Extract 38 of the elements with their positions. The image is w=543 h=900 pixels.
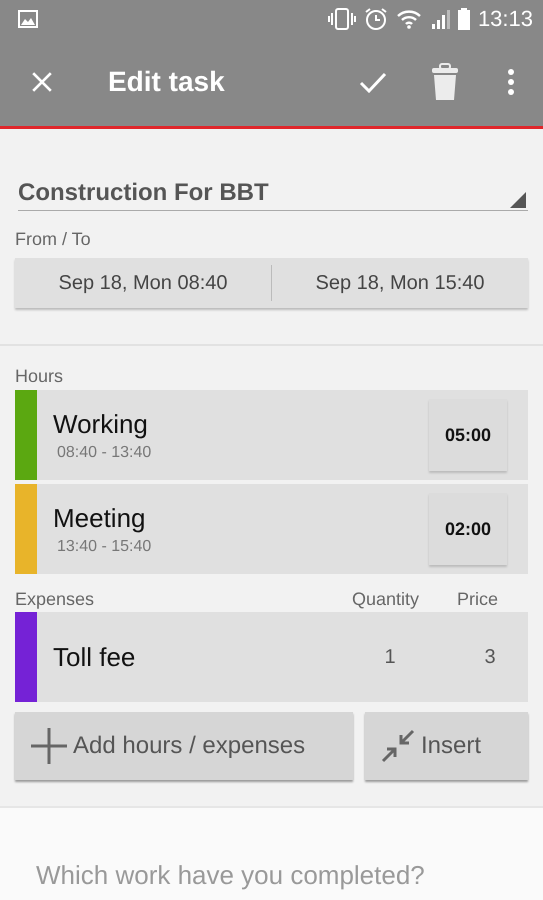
entry-name: Working	[53, 408, 149, 440]
duration-button[interactable]: 02:00	[429, 493, 507, 565]
vibrate-icon	[328, 8, 356, 30]
period-label: From / To	[15, 229, 92, 250]
duration-button[interactable]: 05:00	[429, 399, 507, 471]
expenses-label: Expenses	[15, 588, 96, 610]
time-range: 13:40 - 15:40	[57, 538, 152, 556]
toolbar-title: Edit task	[108, 66, 226, 98]
check-icon	[359, 71, 387, 93]
picture-icon	[18, 9, 38, 29]
start-date-button[interactable]: Sep 18, Mon 08:40	[15, 258, 271, 308]
quantity-value: 1	[383, 646, 397, 668]
hours-label: Hours	[15, 366, 64, 387]
project-dropdown[interactable]: Construction For BBT	[18, 173, 528, 211]
trash-icon	[431, 63, 459, 101]
hours-row[interactable]: Working 08:40 - 13:40 05:00	[15, 390, 528, 480]
entry-name: Toll fee	[52, 642, 136, 672]
plus-icon	[31, 728, 67, 764]
column-header: Price	[456, 588, 498, 610]
time-range: 08:40 - 13:40	[57, 444, 152, 462]
notes-field[interactable]: Which work have you completed?	[0, 808, 543, 900]
more-icon	[507, 69, 515, 95]
entry-name: Meeting	[53, 502, 146, 534]
alarm-icon	[364, 7, 388, 31]
price-value: 3	[483, 646, 497, 668]
insert-button[interactable]: Insert	[365, 712, 528, 780]
collapse-arrows-icon	[381, 729, 415, 763]
hours-row[interactable]: Meeting 13:40 - 15:40 02:00	[15, 484, 528, 574]
wifi-icon	[396, 9, 422, 29]
column-header: Quantity	[352, 588, 419, 610]
status-time: 13:13	[478, 6, 533, 32]
end-date-button[interactable]: Sep 18, Mon 15:40	[272, 258, 528, 308]
close-icon	[31, 71, 53, 93]
add-button[interactable]: Add hours / expenses	[15, 712, 353, 780]
dropdown-arrow-icon	[510, 192, 526, 208]
signal-icon	[430, 9, 450, 29]
battery-icon	[458, 8, 470, 30]
expense-row[interactable]: Toll fee 1 3	[15, 612, 528, 702]
